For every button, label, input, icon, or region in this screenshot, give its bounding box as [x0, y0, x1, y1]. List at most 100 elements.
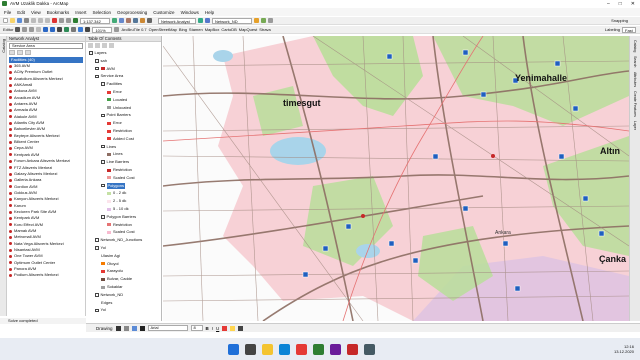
arcbrutile-menu[interactable]: ArcBruTile 0.7: [121, 27, 146, 32]
service-openstreetmap[interactable]: OpenStreetMap: [149, 27, 177, 32]
maximize-button[interactable]: □: [619, 1, 622, 7]
network-dataset-combo[interactable]: Network_ND: [212, 17, 252, 24]
toc-row[interactable]: Lines: [101, 144, 116, 150]
toc-row[interactable]: Sokaklar: [101, 284, 123, 290]
tab-network-analyst[interactable]: Catalog: [1, 39, 6, 53]
service-stamen[interactable]: Stamen: [189, 27, 203, 32]
toc-row[interactable]: Restriction: [107, 167, 132, 173]
undo-icon[interactable]: [59, 18, 64, 23]
copy-icon[interactable]: [38, 18, 43, 23]
underline-button[interactable]: U: [216, 326, 219, 331]
na-tool-icon[interactable]: [9, 50, 15, 55]
toc-row[interactable]: Ulasim Agi: [101, 253, 120, 259]
na-tool-icon[interactable]: [17, 50, 23, 55]
service-cartodb[interactable]: CartoDB: [221, 27, 236, 32]
toc-row[interactable]: sah: [95, 58, 107, 64]
toc-row[interactable]: Error: [107, 120, 122, 126]
edit-tool-icon[interactable]: [22, 27, 28, 32]
toc-row[interactable]: Point Barriers: [101, 112, 131, 118]
text-icon[interactable]: [139, 325, 145, 331]
app-icon[interactable]: [364, 343, 375, 355]
layer-visibility-checkbox[interactable]: [95, 66, 99, 71]
tab-create-features[interactable]: Create Features: [633, 91, 637, 117]
print-icon[interactable]: [24, 18, 29, 23]
new-icon[interactable]: [3, 18, 8, 23]
full-extent-icon[interactable]: [64, 27, 70, 32]
layer-visibility-checkbox[interactable]: [101, 82, 105, 86]
toc-row[interactable]: Located: [107, 97, 127, 103]
toc-row[interactable]: Scaled Cost: [107, 229, 135, 235]
service-bing[interactable]: Bing: [179, 27, 187, 32]
na-window-icon[interactable]: [198, 18, 203, 23]
menu-edit[interactable]: Edit: [17, 10, 25, 15]
identify-icon[interactable]: [78, 27, 84, 32]
scale-combo[interactable]: 1:137.342: [80, 17, 110, 24]
tab-catalog[interactable]: Catalog: [633, 40, 637, 52]
toc-row[interactable]: Yol: [95, 307, 106, 313]
font-color-icon[interactable]: [222, 325, 228, 331]
toc-row[interactable]: 5 - 10 dk: [107, 206, 129, 212]
toc-row[interactable]: Lines: [107, 151, 123, 157]
app-icon[interactable]: [347, 343, 358, 355]
toc-row[interactable]: Layers: [89, 50, 107, 56]
drawing-menu[interactable]: Drawing: [96, 326, 113, 331]
cut-icon[interactable]: [31, 18, 36, 23]
system-tray[interactable]: 12:16 13.12.2020: [614, 344, 634, 354]
toc-icon[interactable]: [119, 18, 124, 23]
toc-row[interactable]: Line Barriers: [101, 159, 129, 165]
toc-row[interactable]: AVM: [95, 66, 115, 72]
toc-row[interactable]: Error: [107, 89, 122, 95]
toc-row[interactable]: Yol: [95, 245, 106, 251]
layer-visibility-checkbox[interactable]: [95, 59, 99, 63]
toc-row[interactable]: Restriction: [107, 222, 132, 228]
file-explorer-icon[interactable]: [262, 343, 273, 355]
layer-visibility-checkbox[interactable]: [95, 74, 99, 79]
menu-geoprocessing[interactable]: Geoprocessing: [117, 10, 147, 15]
layer-visibility-checkbox[interactable]: [101, 183, 105, 188]
zoom-combo[interactable]: 101%: [92, 26, 113, 33]
catalog-icon[interactable]: [126, 18, 131, 23]
font-combo[interactable]: Arial: [147, 325, 188, 331]
rectangle-icon[interactable]: [131, 325, 137, 331]
rotate-icon[interactable]: [123, 325, 129, 331]
layer-visibility-checkbox[interactable]: [101, 160, 105, 164]
pan-icon[interactable]: [57, 27, 63, 32]
paste-icon[interactable]: [45, 18, 50, 23]
menu-help[interactable]: Help: [205, 10, 214, 15]
search-icon[interactable]: [133, 18, 138, 23]
edge-icon[interactable]: [279, 343, 290, 355]
toc-row[interactable]: Service Area: [95, 73, 123, 79]
layer-visibility-checkbox[interactable]: [101, 113, 105, 118]
service-mapquest[interactable]: MapQuest: [239, 27, 257, 32]
menu-selection[interactable]: Selection: [93, 10, 112, 15]
font-size-combo[interactable]: 8: [190, 325, 203, 331]
tab-layer[interactable]: Layer: [633, 121, 637, 130]
toc-row[interactable]: 2 - 5 dk: [107, 198, 126, 204]
toc-row[interactable]: Added Cost: [107, 136, 134, 142]
zoom-in-icon[interactable]: [43, 27, 49, 32]
app-icon[interactable]: [296, 343, 307, 355]
service-mapbox[interactable]: MapBox: [205, 27, 220, 32]
network-analyst-combo[interactable]: Network Analyst: [158, 17, 196, 24]
menu-customize[interactable]: Customize: [153, 10, 174, 15]
layer-visibility-checkbox[interactable]: [101, 215, 105, 219]
list-by-visibility-icon[interactable]: [102, 43, 107, 48]
toc-row[interactable]: Polygons: [101, 182, 125, 189]
toc-row[interactable]: Scaled Cost: [107, 175, 135, 181]
edit-tool-icon[interactable]: [15, 27, 21, 32]
labeling-menu[interactable]: Labeling: [605, 27, 620, 32]
editor-icon[interactable]: [112, 18, 117, 23]
fast-combo[interactable]: Fast: [622, 26, 636, 33]
bold-button[interactable]: B: [206, 326, 209, 331]
menu-file[interactable]: File: [4, 10, 11, 15]
service-strava[interactable]: Strava: [259, 27, 271, 32]
toc-row[interactable]: Edges: [101, 300, 112, 306]
layer-visibility-checkbox[interactable]: [95, 238, 99, 242]
arctoolbox-icon[interactable]: [140, 18, 145, 23]
facility-item[interactable]: Podium Alisveris Merkezi: [9, 272, 83, 278]
layer-visibility-checkbox[interactable]: [101, 144, 105, 149]
start-icon[interactable]: [228, 343, 239, 355]
editor-menu[interactable]: Editor: [3, 27, 13, 32]
toc-row[interactable]: Restriction: [107, 128, 132, 134]
toc-row[interactable]: 0 - 2 dk: [107, 190, 126, 196]
